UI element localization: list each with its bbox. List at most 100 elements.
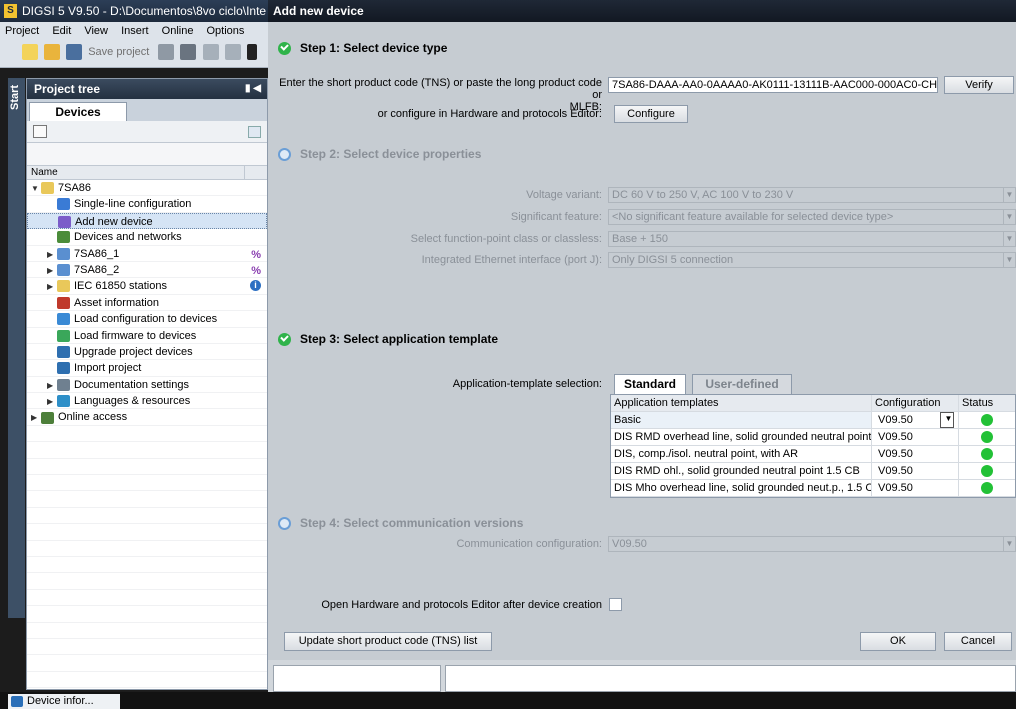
tree-item[interactable]: Devices and networks <box>27 229 267 246</box>
upgrade-icon <box>57 346 70 358</box>
status-cell <box>958 463 1016 479</box>
table-row[interactable]: Basic V09.50 ▼ <box>611 412 1015 429</box>
empty-tree-row <box>27 442 267 459</box>
collapsed-arrow-icon[interactable]: ▶ <box>31 410 41 426</box>
tree-item[interactable]: Add new device <box>27 212 267 230</box>
tree-item[interactable]: ▼ 7SA86 <box>27 180 267 197</box>
tab-standard[interactable]: Standard <box>614 374 686 394</box>
table-row[interactable]: DIS Mho overhead line, solid grounded ne… <box>611 480 1015 497</box>
tree-item[interactable]: ▶ IEC 61850 stations i <box>27 278 267 295</box>
menu-project[interactable]: Project <box>0 22 44 40</box>
expanded-arrow-icon[interactable]: ▼ <box>31 181 41 197</box>
save-project-button[interactable]: Save project <box>88 46 149 58</box>
collapsed-arrow-icon[interactable]: ▶ <box>47 279 57 295</box>
tree-item[interactable]: Load firmware to devices <box>27 328 267 344</box>
template-name-cell[interactable]: DIS RMD overhead line, solid grounded ne… <box>611 429 871 445</box>
menu-edit[interactable]: Edit <box>47 22 76 40</box>
tree-item[interactable]: Load configuration to devices <box>27 311 267 328</box>
panel-collapse-icon[interactable]: ▮ ◀ <box>245 79 261 99</box>
configure-button[interactable]: Configure <box>614 105 688 123</box>
empty-tree-row <box>27 639 267 656</box>
empty-tree-row <box>27 573 267 590</box>
tree-item[interactable]: ▶ Languages & resources <box>27 393 267 410</box>
collapsed-arrow-icon[interactable]: ▶ <box>47 247 57 263</box>
configuration-cell[interactable]: V09.50 <box>871 446 958 462</box>
tree-item-label: IEC 61850 stations <box>74 280 167 293</box>
template-name-cell[interactable]: DIS, comp./isol. neutral point, with AR <box>611 446 871 462</box>
collapsed-arrow-icon[interactable]: ▶ <box>47 378 57 394</box>
print-icon[interactable] <box>158 44 175 60</box>
cancel-button[interactable]: Cancel <box>944 632 1012 651</box>
column-name-label: Name <box>31 167 58 178</box>
save-icon[interactable] <box>66 44 83 60</box>
chevron-down-icon[interactable]: ▼ <box>1003 210 1015 224</box>
configuration-cell[interactable]: V09.50 <box>871 463 958 479</box>
asset-icon <box>57 296 70 309</box>
table-row[interactable]: DIS, comp./isol. neutral point, with AR V… <box>611 446 1015 463</box>
chevron-down-icon[interactable]: ▼ <box>1003 188 1015 202</box>
voltage-variant-label: Voltage variant: <box>526 189 602 201</box>
menu-options[interactable]: Options <box>202 22 250 40</box>
load-config-icon <box>57 313 70 326</box>
template-name-cell[interactable]: Basic <box>611 412 871 428</box>
chevron-down-icon[interactable]: ▼ <box>1003 537 1015 551</box>
update-tns-list-button[interactable]: Update short product code (TNS) list <box>284 632 492 651</box>
verify-button[interactable]: Verify <box>944 76 1014 94</box>
template-name-cell[interactable]: DIS RMD ohl., solid grounded neutral poi… <box>611 463 871 479</box>
empty-tree-row <box>27 655 267 672</box>
delete-icon[interactable] <box>246 44 257 60</box>
paste-icon[interactable] <box>224 44 241 60</box>
empty-tree-row <box>27 541 267 557</box>
communication-config-dropdown[interactable]: V09.50 ▼ <box>608 536 1016 552</box>
tree-item[interactable]: ▶ 7SA86_1% <box>27 246 267 262</box>
ethernet-interface-value: Only DIGSI 5 connection <box>612 254 734 266</box>
open-project-icon[interactable] <box>44 44 61 60</box>
table-row[interactable]: DIS RMD overhead line, solid grounded ne… <box>611 429 1015 446</box>
lower-pane <box>268 660 1016 692</box>
tns-input[interactable]: 7SA86-DAAA-AA0-0AAAA0-AK0111-13111B-AAC0… <box>608 77 938 93</box>
open-editor-checkbox[interactable] <box>609 598 622 611</box>
tree-item-label: Import project <box>74 362 142 375</box>
configuration-cell[interactable]: V09.50 ▼ <box>871 412 958 428</box>
tab-devices[interactable]: Devices <box>29 102 127 121</box>
overview-icon[interactable] <box>248 126 261 138</box>
chevron-down-icon[interactable]: ▼ <box>940 412 954 428</box>
tab-user-defined[interactable]: User-defined <box>692 374 792 394</box>
tree-item-label: Devices and networks <box>74 231 182 244</box>
configuration-cell[interactable]: V09.50 <box>871 429 958 445</box>
table-row[interactable]: DIS RMD ohl., solid grounded neutral poi… <box>611 463 1015 480</box>
menu-online[interactable]: Online <box>157 22 199 40</box>
project-tree-panel: Project tree ▮ ◀ Devices Name ▼ 7SA86 Sing… <box>26 78 268 690</box>
tree-item[interactable]: ▶ Documentation settings <box>27 377 267 394</box>
copy-icon[interactable] <box>202 44 219 60</box>
col-configuration[interactable]: Configuration <box>871 395 958 411</box>
chevron-down-icon[interactable]: ▼ <box>1003 232 1015 246</box>
start-side-tab[interactable]: Start <box>8 78 25 618</box>
tree-item[interactable]: ▶ Online access <box>27 409 267 426</box>
tree-view-icon[interactable] <box>33 125 47 138</box>
device-info-task[interactable]: Device infor... <box>8 694 120 709</box>
significant-feature-dropdown[interactable]: <No significant feature available for se… <box>608 209 1016 225</box>
template-name-cell[interactable]: DIS Mho overhead line, solid grounded ne… <box>611 480 871 496</box>
tree-item[interactable]: Upgrade project devices <box>27 344 267 361</box>
configuration-cell[interactable]: V09.50 <box>871 480 958 496</box>
ok-button[interactable]: OK <box>860 632 936 651</box>
function-point-dropdown[interactable]: Base + 150 ▼ <box>608 231 1016 247</box>
collapsed-arrow-icon[interactable]: ▶ <box>47 394 57 410</box>
col-templates[interactable]: Application templates <box>611 395 871 411</box>
col-status[interactable]: Status <box>958 395 1016 411</box>
new-project-icon[interactable] <box>22 44 38 60</box>
tree-item[interactable]: Import project <box>27 360 267 377</box>
tree-item[interactable]: Single-line configuration <box>27 196 267 213</box>
communication-config-label: Communication configuration: <box>456 538 602 550</box>
tree-item[interactable]: ▶ 7SA86_2% <box>27 262 267 279</box>
tree-item[interactable]: Asset information <box>27 295 267 312</box>
collapsed-arrow-icon[interactable]: ▶ <box>47 263 57 279</box>
menu-insert[interactable]: Insert <box>116 22 154 40</box>
chevron-down-icon[interactable]: ▼ <box>1003 253 1015 267</box>
menu-view[interactable]: View <box>79 22 113 40</box>
cut-icon[interactable] <box>180 44 197 60</box>
voltage-variant-dropdown[interactable]: DC 60 V to 250 V, AC 100 V to 230 V ▼ <box>608 187 1016 203</box>
status-ok-icon <box>980 431 993 443</box>
ethernet-interface-dropdown[interactable]: Only DIGSI 5 connection ▼ <box>608 252 1016 268</box>
